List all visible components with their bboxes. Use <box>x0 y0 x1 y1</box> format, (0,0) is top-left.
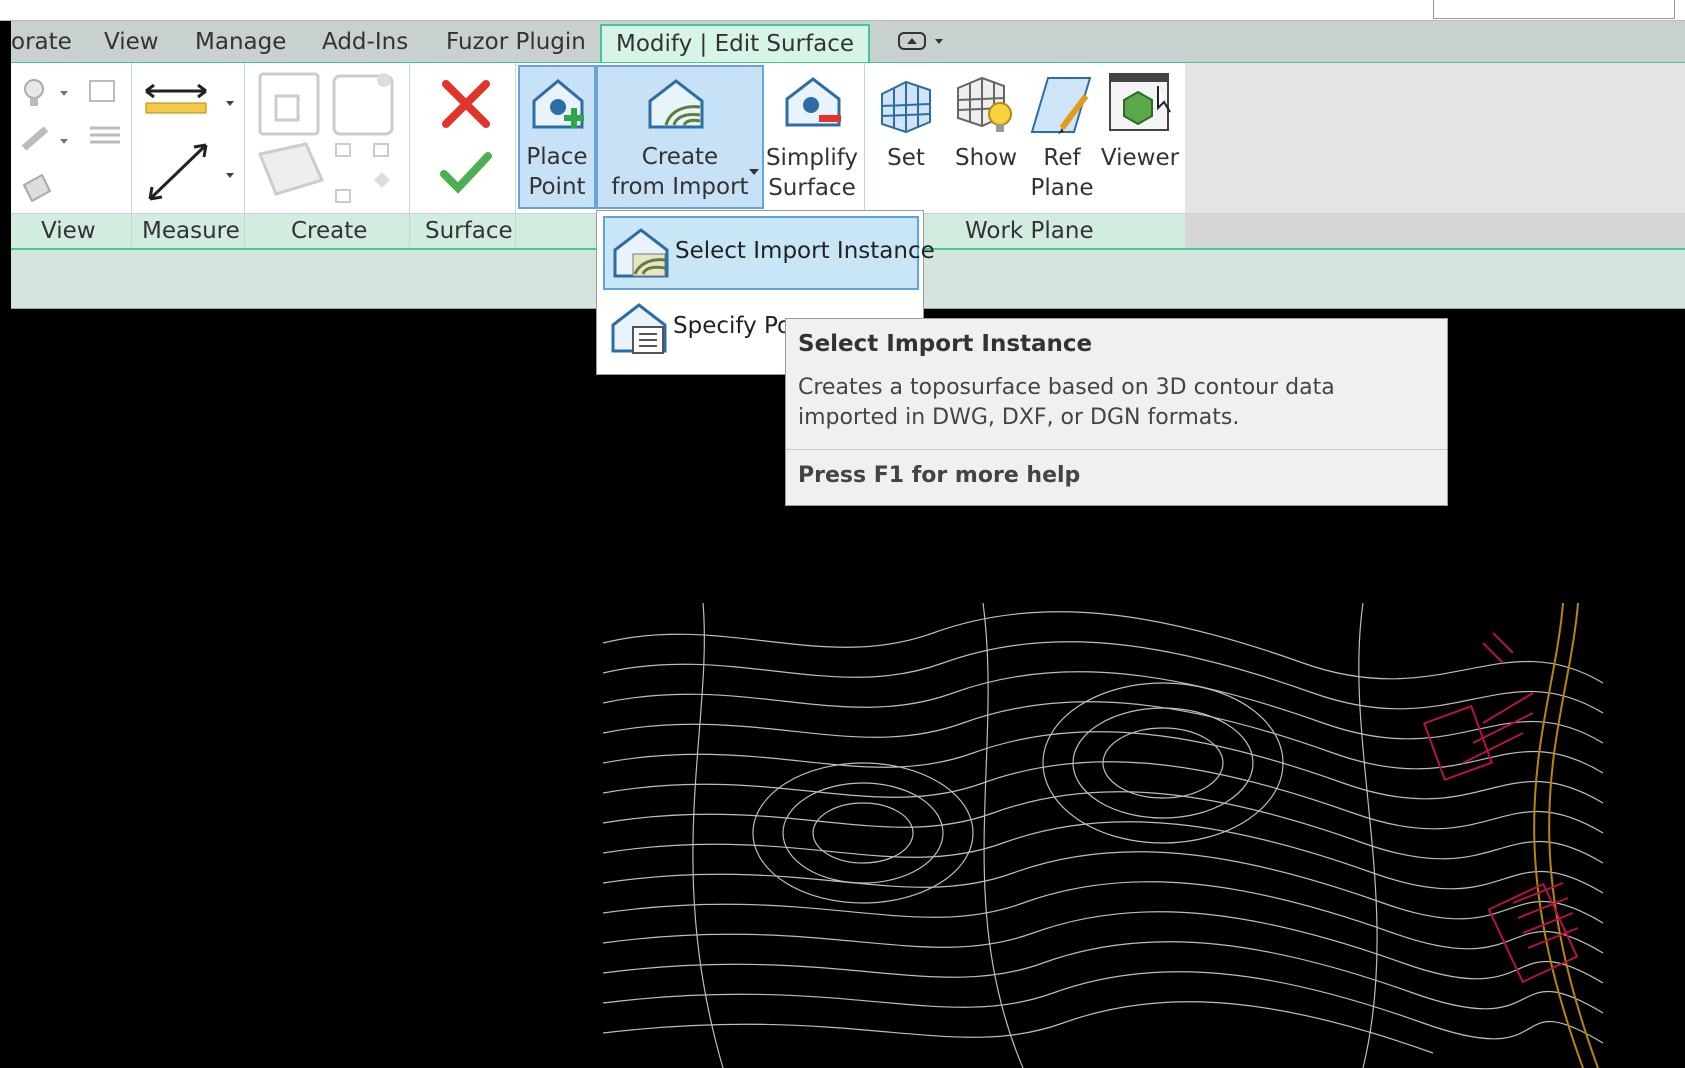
menu-item-select-import-instance[interactable]: Select Import Instance <box>603 216 935 290</box>
group-label-measure: Measure <box>142 218 240 244</box>
group-separator <box>244 63 245 247</box>
menu-item-label: Select Import Instance <box>675 238 935 264</box>
chevron-down-icon <box>749 169 759 175</box>
group-separator <box>409 63 410 247</box>
group-separator <box>515 63 516 247</box>
group-separator <box>131 63 132 247</box>
group-label-work-plane: Work Plane <box>965 218 1094 244</box>
ref-plane-label[interactable]: Ref Plane <box>1022 143 1102 203</box>
select-import-instance-icon <box>613 228 669 278</box>
tab-modify-edit-surface[interactable]: Modify | Edit Surface <box>600 24 871 62</box>
set-label[interactable]: Set <box>876 143 936 173</box>
specify-points-file-icon <box>611 303 667 354</box>
viewer-icon[interactable] <box>1108 72 1172 134</box>
create-from-import-icon <box>648 79 704 129</box>
tab-collaborate[interactable]: orate <box>11 29 72 55</box>
tab-add-ins[interactable]: Add-Ins <box>322 29 408 55</box>
simplify-surface-label-line2: Surface <box>768 175 856 201</box>
create-from-import-label-line1: Create <box>641 144 719 170</box>
ribbon-tab-bar: orate View Manage Add-Ins Fuzor Plugin M… <box>11 21 1685 64</box>
ref-plane-icon[interactable] <box>1030 72 1094 138</box>
create-from-import-label-line2: from Import <box>611 174 749 200</box>
cancel-edit-icon[interactable] <box>440 78 492 130</box>
view-tools-icons[interactable] <box>20 73 120 208</box>
ref-plane-label-line1: Ref <box>1043 145 1081 171</box>
ribbon-group-labels-empty <box>1185 213 1685 248</box>
tooltip: Select Import Instance Creates a toposur… <box>785 318 1448 506</box>
ribbon-minimize-toggle[interactable] <box>897 29 949 58</box>
viewer-label[interactable]: Viewer <box>1098 143 1182 173</box>
place-point-label-line1: Place <box>526 144 588 170</box>
show-work-plane-icon[interactable] <box>954 74 1016 138</box>
place-point-icon <box>532 79 584 129</box>
measure-icon[interactable] <box>140 73 240 208</box>
menu-item-label: Specify Po <box>673 313 792 339</box>
ribbon-empty-area <box>1185 63 1685 213</box>
search-box[interactable] <box>1433 0 1675 19</box>
finish-edit-icon[interactable] <box>440 148 492 196</box>
simplify-surface-label-line1: Simplify <box>765 145 859 171</box>
group-label-surface: Surface <box>425 218 513 244</box>
set-work-plane-icon[interactable] <box>876 76 936 136</box>
tooltip-title: Select Import Instance <box>798 331 1093 357</box>
group-label-create: Create <box>291 218 368 244</box>
tab-fuzor-plugin[interactable]: Fuzor Plugin <box>446 29 586 55</box>
place-point-button[interactable]: Place Point <box>518 65 596 209</box>
ref-plane-label-line2: Plane <box>1030 175 1094 201</box>
simplify-surface-label[interactable]: Simplify Surface <box>762 143 862 203</box>
tooltip-help-hint: Press F1 for more help <box>798 463 1081 488</box>
title-bar-strip <box>0 0 1685 21</box>
place-point-label-line2: Point <box>528 174 586 200</box>
topography-contour-drawing[interactable] <box>603 603 1685 1068</box>
simplify-surface-icon[interactable] <box>781 73 845 133</box>
group-label-view: View <box>41 218 96 244</box>
create-tools-icons[interactable] <box>256 70 396 210</box>
tooltip-divider <box>786 449 1447 450</box>
tooltip-description: Creates a toposurface based on 3D contou… <box>798 375 1335 430</box>
panel-toggle-icon <box>898 32 943 50</box>
tab-manage[interactable]: Manage <box>195 29 286 55</box>
tab-view[interactable]: View <box>104 29 159 55</box>
create-from-import-button[interactable]: Create from Import <box>596 65 764 209</box>
show-label[interactable]: Show <box>946 143 1026 173</box>
